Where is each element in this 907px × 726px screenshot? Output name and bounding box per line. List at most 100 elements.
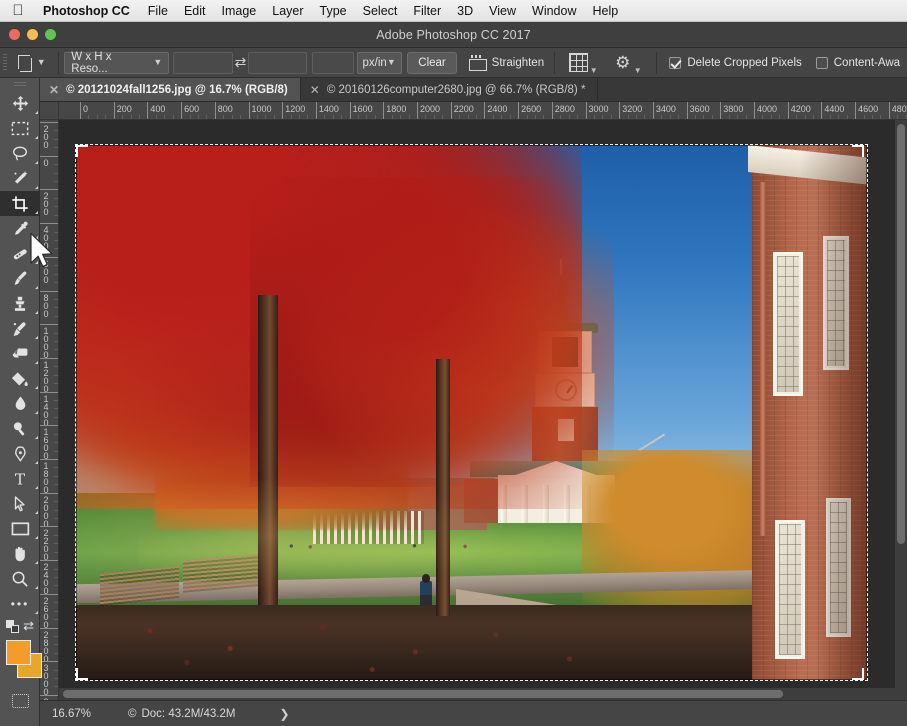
zoom-level-field[interactable]: 16.67% bbox=[40, 708, 106, 720]
gradient-tool[interactable] bbox=[0, 366, 40, 391]
edit-toolbar-button[interactable]: ••• bbox=[0, 591, 40, 616]
menu-item-help[interactable]: Help bbox=[585, 1, 627, 21]
svg-text:T: T bbox=[15, 470, 26, 488]
crop-handle-top-right[interactable] bbox=[852, 145, 864, 157]
ruler-tick bbox=[40, 661, 58, 663]
crop-handle-top-left[interactable] bbox=[76, 145, 88, 157]
vertical-scrollbar[interactable] bbox=[895, 120, 907, 700]
active-tool-preset-picker[interactable]: ▼ bbox=[10, 48, 52, 78]
crop-ratio-select[interactable]: W x H x Reso... ▼ bbox=[64, 51, 170, 75]
menu-item-image[interactable]: Image bbox=[214, 1, 265, 21]
ruler-label: 3400 bbox=[655, 104, 676, 114]
tool-more-indicator bbox=[35, 286, 38, 289]
close-window-button[interactable] bbox=[9, 29, 20, 40]
close-icon[interactable]: ✕ bbox=[310, 84, 320, 96]
document-info[interactable]: © Doc: 43.2M/43.2M bbox=[106, 708, 235, 720]
delete-cropped-pixels-checkbox[interactable]: Delete Cropped Pixels bbox=[662, 56, 808, 69]
crop-overlay-options-button[interactable]: ▼ bbox=[561, 48, 606, 78]
horizontal-scrollbar[interactable] bbox=[59, 688, 895, 700]
clone-stamp-tool[interactable] bbox=[0, 291, 40, 316]
delete-cropped-pixels-label: Delete Cropped Pixels bbox=[687, 56, 802, 69]
building-shadow bbox=[800, 145, 867, 680]
move-tool[interactable] bbox=[0, 91, 40, 116]
straighten-button[interactable]: Straighten bbox=[464, 54, 548, 71]
ruler-tick bbox=[40, 324, 58, 326]
tool-more-indicator bbox=[35, 311, 38, 314]
tools-panel-grip[interactable] bbox=[0, 78, 39, 91]
building-window bbox=[772, 252, 803, 397]
rectangle-tool[interactable] bbox=[0, 516, 40, 541]
hand-tool[interactable] bbox=[0, 541, 40, 566]
menu-item-photoshop[interactable]: Photoshop CC bbox=[35, 1, 140, 21]
ruler-tick bbox=[40, 593, 58, 595]
menu-item-file[interactable]: File bbox=[140, 1, 176, 21]
lasso-tool[interactable] bbox=[0, 141, 40, 166]
eraser-tool[interactable] bbox=[0, 341, 40, 366]
tab-20121024fall1256[interactable]: ✕ © 20121024fall1256.jpg @ 16.7% (RGB/8) bbox=[40, 78, 301, 101]
clear-button[interactable]: Clear bbox=[407, 51, 457, 74]
ruler-label: 4600 bbox=[858, 104, 879, 114]
default-colors-icon[interactable] bbox=[6, 620, 19, 633]
brick-building bbox=[747, 145, 867, 680]
swap-colors-icon[interactable]: ⇄ bbox=[23, 619, 34, 632]
quick-selection-tool[interactable] bbox=[0, 166, 40, 191]
vertical-scroll-thumb[interactable] bbox=[897, 124, 905, 544]
crop-settings-button[interactable]: ⚙ ▼ bbox=[606, 48, 650, 78]
maximize-window-button[interactable] bbox=[45, 29, 56, 40]
resolution-unit-select[interactable]: px/in ▼ bbox=[356, 51, 402, 74]
menu-item-select[interactable]: Select bbox=[355, 1, 406, 21]
rectangular-marquee-tool[interactable] bbox=[0, 116, 40, 141]
horizontal-scroll-thumb[interactable] bbox=[63, 690, 783, 698]
canvas-area[interactable] bbox=[59, 120, 907, 700]
content-aware-label: Content-Awa bbox=[833, 56, 901, 69]
horizontal-ruler[interactable]: 0 200 400 600 800 1000 1200 1400 1600 1800 2000 220… bbox=[59, 102, 907, 120]
ruler-corner[interactable] bbox=[40, 102, 59, 120]
menu-item-3d[interactable]: 3D bbox=[449, 1, 481, 21]
crop-handle-bottom-left[interactable] bbox=[76, 668, 88, 680]
ruler-tick bbox=[40, 425, 58, 427]
crop-resolution-input[interactable] bbox=[311, 51, 354, 74]
menu-item-layer[interactable]: Layer bbox=[264, 1, 311, 21]
menu-item-edit[interactable]: Edit bbox=[176, 1, 214, 21]
options-bar-grip[interactable] bbox=[0, 48, 10, 78]
brush-tool[interactable] bbox=[0, 266, 40, 291]
swap-width-height-icon[interactable]: ⇄ bbox=[233, 52, 248, 74]
minimize-window-button[interactable] bbox=[27, 29, 38, 40]
tool-more-indicator bbox=[35, 386, 38, 389]
ruler-label: 3800 bbox=[723, 104, 744, 114]
crop-height-input[interactable] bbox=[248, 51, 308, 74]
eyedropper-tool[interactable] bbox=[0, 216, 40, 241]
crop-handle-bottom-right[interactable] bbox=[852, 668, 864, 680]
menu-item-view[interactable]: View bbox=[481, 1, 524, 21]
foreground-color-swatch[interactable] bbox=[6, 640, 31, 665]
crop-tool[interactable] bbox=[0, 191, 40, 216]
quick-mask-button[interactable] bbox=[0, 690, 40, 712]
menu-item-type[interactable]: Type bbox=[312, 1, 355, 21]
content-aware-checkbox[interactable]: Content-Awa bbox=[809, 56, 907, 69]
type-tool[interactable]: T bbox=[0, 466, 40, 491]
ruler-label: 2600 bbox=[521, 104, 542, 114]
crop-width-input[interactable] bbox=[173, 51, 233, 74]
ruler-label: 600 bbox=[41, 258, 51, 283]
spot-healing-brush-tool[interactable] bbox=[0, 241, 40, 266]
history-brush-tool[interactable] bbox=[0, 316, 40, 341]
close-icon[interactable]: ✕ bbox=[49, 84, 59, 96]
document-size-label: Doc: 43.2M/43.2M bbox=[141, 707, 236, 720]
ruler-label: 1400 bbox=[41, 393, 51, 426]
zoom-tool[interactable] bbox=[0, 566, 40, 591]
chevron-right-icon[interactable]: ❯ bbox=[235, 707, 289, 721]
vertical-ruler[interactable]: 200 0 200 400 600 800 1000 1200 1400 1600 1800 2000… bbox=[40, 120, 59, 700]
divider bbox=[655, 51, 657, 74]
dodge-tool[interactable] bbox=[0, 416, 40, 441]
pen-tool[interactable] bbox=[0, 441, 40, 466]
apple-logo-icon[interactable]:  bbox=[10, 2, 26, 19]
chevron-down-icon: ▼ bbox=[36, 57, 46, 67]
blur-tool[interactable] bbox=[0, 391, 40, 416]
tool-more-indicator bbox=[35, 111, 38, 114]
path-selection-tool[interactable] bbox=[0, 491, 40, 516]
menu-item-filter[interactable]: Filter bbox=[405, 1, 449, 21]
tab-20160126computer2680[interactable]: ✕ © 20160126computer2680.jpg @ 66.7% (RG… bbox=[301, 78, 599, 101]
ruler-label: 1000 bbox=[251, 104, 272, 114]
menu-item-window[interactable]: Window bbox=[524, 1, 584, 21]
document-image[interactable] bbox=[76, 145, 867, 680]
